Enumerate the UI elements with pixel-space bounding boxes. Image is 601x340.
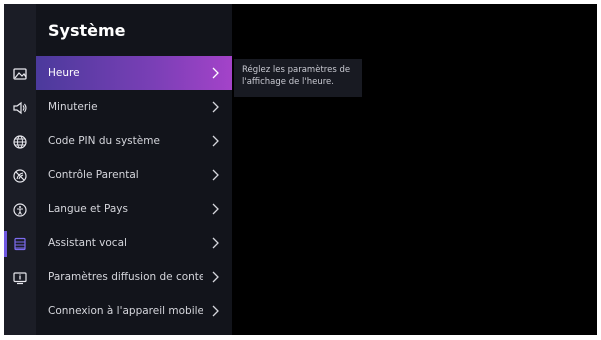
chevron-right-icon [212, 135, 219, 147]
menu-item-label: Code PIN du système [48, 135, 160, 147]
menu-item-label: Connexion à l'appareil mobile [48, 305, 203, 317]
chevron-right-icon [212, 271, 219, 283]
menu-item-diffusion-contenu[interactable]: Paramètres diffusion de conte... [36, 260, 232, 294]
menu-item-controle-parental[interactable]: Contrôle Parental [36, 158, 232, 192]
no-signal-icon[interactable] [4, 163, 36, 189]
menu-item-label: Assistant vocal [48, 237, 127, 249]
menu-item-label: Contrôle Parental [48, 169, 139, 181]
menu-item-label: Heure [48, 67, 80, 79]
menu-item-label: Paramètres diffusion de conte... [48, 271, 203, 283]
chevron-right-icon [212, 305, 219, 317]
menu-item-appareil-mobile[interactable]: Connexion à l'appareil mobile [36, 294, 232, 328]
menu-item-assistant-vocal[interactable]: Assistant vocal [36, 226, 232, 260]
accessibility-icon[interactable] [4, 197, 36, 223]
speaker-icon[interactable] [4, 95, 36, 121]
tv-screen: Système Heure Minuterie Code PIN du syst… [4, 4, 597, 335]
chevron-right-icon [212, 101, 219, 113]
settings-menu-panel: Système Heure Minuterie Code PIN du syst… [36, 4, 232, 335]
menu-item-label: Langue et Pays [48, 203, 128, 215]
menu-title: Système [48, 21, 126, 40]
settings-category-rail [4, 4, 36, 335]
menu-item-code-pin[interactable]: Code PIN du système [36, 124, 232, 158]
info-tv-icon[interactable] [4, 265, 36, 291]
system-list-icon[interactable] [4, 231, 36, 257]
chevron-right-icon [212, 169, 219, 181]
chevron-right-icon [212, 67, 219, 79]
picture-icon[interactable] [4, 61, 36, 87]
globe-icon[interactable] [4, 129, 36, 155]
menu-item-minuterie[interactable]: Minuterie [36, 90, 232, 124]
menu-item-heure[interactable]: Heure [36, 56, 232, 90]
chevron-right-icon [212, 237, 219, 249]
menu-item-langue-pays[interactable]: Langue et Pays [36, 192, 232, 226]
help-tooltip: Réglez les paramètres de l'affichage de … [234, 59, 362, 97]
chevron-right-icon [212, 203, 219, 215]
menu-item-label: Minuterie [48, 101, 98, 113]
